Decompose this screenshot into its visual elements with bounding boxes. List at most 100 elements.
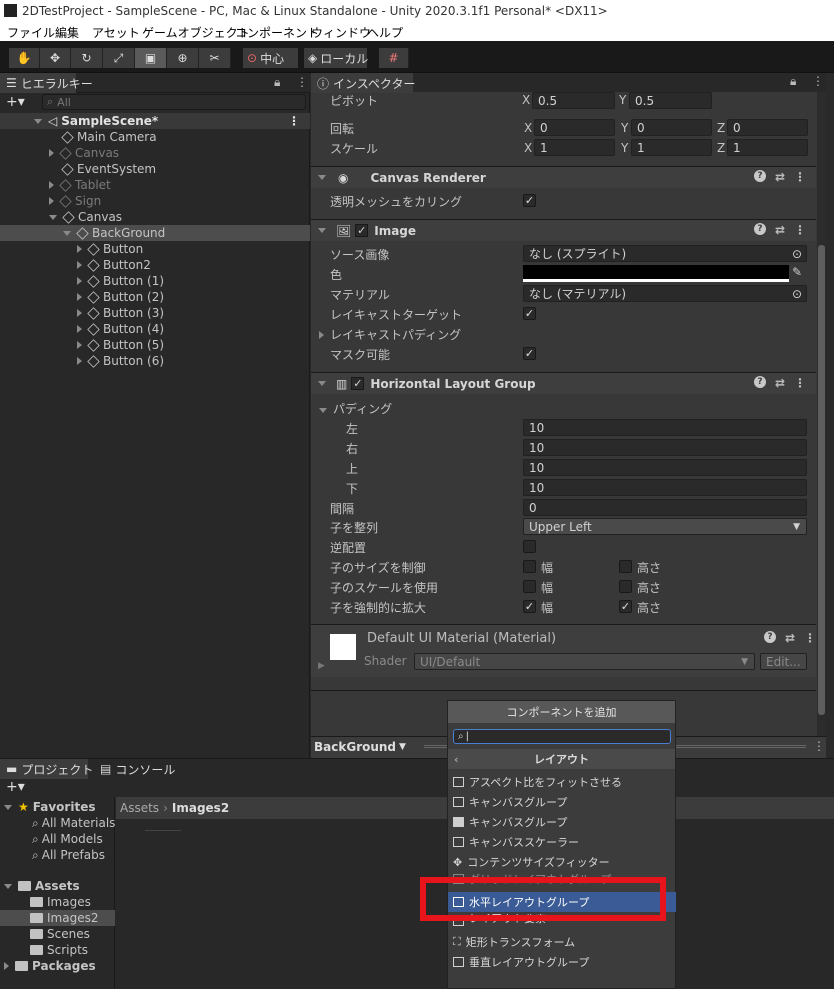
pivot-center-toggle[interactable]: ⊙ 中心 [243, 48, 298, 68]
inspector-menu-icon[interactable]: ⋮ [812, 74, 824, 88]
raycast-target-checkbox[interactable]: ✓ [523, 307, 536, 320]
rotation-z-field[interactable]: 0 [727, 119, 808, 136]
menu-gameobject[interactable]: ゲームオブジェクト [142, 24, 250, 41]
breadcrumb-assets[interactable]: Assets [120, 801, 159, 815]
help-icon[interactable]: ? [753, 223, 766, 235]
fav-all-prefabs[interactable]: ⌕ All Prefabs [32, 847, 105, 863]
help-icon[interactable]: ? [753, 376, 766, 388]
tab-console[interactable]: ▤ コンソール [94, 759, 175, 779]
hierarchy-item-main-camera[interactable]: Main Camera [0, 129, 310, 145]
material-foldout-arrow-icon[interactable]: ▶ [318, 661, 325, 671]
hierarchy-item-button-4[interactable]: Button (4) [0, 321, 310, 337]
rotation-x-field[interactable]: 0 [534, 119, 615, 136]
hierarchy-item-button-6[interactable]: Button (6) [0, 353, 310, 369]
canvas-renderer-header[interactable]: ◉ Canvas Renderer ? ⇄ ⋮ [311, 166, 816, 188]
hierarchy-item-canvas[interactable]: Canvas [0, 209, 310, 225]
eyedropper-icon[interactable]: ✎ [792, 265, 802, 279]
help-icon[interactable]: ? [753, 170, 766, 182]
menu-item-vertical-layout-group[interactable]: 垂直レイアウトグループ [448, 952, 676, 972]
component-menu-icon[interactable]: ⋮ [794, 376, 806, 390]
menu-window[interactable]: ウィンドウ [311, 24, 371, 41]
child-alignment-dropdown[interactable]: Upper Left ▼ [523, 518, 807, 535]
image-enabled-checkbox[interactable]: ✓ [355, 224, 369, 237]
padding-foldout[interactable]: パディング [319, 400, 392, 417]
add-component-button[interactable]: コンポーネントを追加 [448, 701, 675, 723]
maskable-checkbox[interactable]: ✓ [523, 347, 536, 360]
use-scale-width-checkbox[interactable] [523, 580, 536, 593]
hierarchy-item-background[interactable]: BackGround [0, 225, 310, 241]
hand-tool-icon[interactable]: ✋ [9, 48, 40, 68]
color-swatch[interactable] [523, 265, 789, 282]
menu-help[interactable]: ヘルプ [367, 24, 403, 41]
object-picker-icon[interactable]: ⊙ [792, 287, 802, 301]
shader-dropdown[interactable]: UI/Default ▼ [414, 653, 755, 670]
assets-row[interactable]: Assets [4, 878, 80, 894]
spacing-field[interactable]: 0 [523, 499, 807, 516]
hierarchy-item-button2[interactable]: Button2 [0, 257, 310, 273]
scale-tool-icon[interactable]: ⤢ [103, 48, 135, 68]
preset-icon[interactable]: ⇄ [775, 170, 785, 184]
source-image-field[interactable]: なし (スプライト) ⊙ [523, 245, 807, 262]
rotate-tool-icon[interactable]: ↻ [71, 48, 103, 68]
create-plus-icon[interactable]: +▾ [6, 94, 25, 110]
cull-transparent-checkbox[interactable]: ✓ [523, 194, 536, 207]
inspector-lock-icon[interactable]: 🔒︎ [790, 74, 796, 89]
fav-all-materials[interactable]: ⌕ All Materials [32, 815, 115, 831]
menu-assets[interactable]: アセット [92, 24, 140, 41]
force-expand-height-checkbox[interactable]: ✓ [619, 600, 632, 613]
pivot-x-field[interactable]: 0.5 [532, 92, 615, 109]
folder-images2[interactable]: Images2 [0, 910, 115, 926]
menu-item-canvas-group[interactable]: キャンバスグループ [448, 792, 676, 812]
footer-menu-icon[interactable]: ⋮ [813, 739, 825, 753]
menu-item-content-size-fitter[interactable]: ✥ コンテンツサイズフィッター [448, 852, 676, 872]
back-arrow-icon[interactable]: ‹ [454, 753, 459, 766]
preset-icon[interactable]: ⇄ [775, 376, 785, 390]
padding-top-field[interactable]: 10 [523, 459, 807, 476]
tab-hierarchy[interactable]: ☰ ヒエラルキー [0, 73, 93, 93]
grid-snap-icon[interactable]: # [379, 48, 409, 68]
favorites-row[interactable]: ★ Favorites [4, 799, 95, 815]
packages-row[interactable]: Packages [4, 958, 96, 974]
hierarchy-item-button-5[interactable]: Button (5) [0, 337, 310, 353]
pivot-y-field[interactable]: 0.5 [629, 92, 712, 109]
pivot-local-toggle[interactable]: ◈ ローカル [304, 48, 368, 68]
folder-scripts[interactable]: Scripts [30, 942, 88, 958]
help-icon[interactable]: ? [763, 631, 776, 643]
rect-tool-icon[interactable]: ▣ [135, 48, 167, 68]
image-header[interactable]: 🖼︎ ✓ Image ? ⇄ ⋮ [311, 219, 816, 241]
component-search-input[interactable]: ⌕ | [453, 729, 671, 744]
folder-scenes[interactable]: Scenes [30, 926, 90, 942]
material-field[interactable]: なし (マテリアル) ⊙ [523, 285, 807, 302]
preset-icon[interactable]: ⇄ [785, 631, 795, 645]
scale-x-field[interactable]: 1 [534, 139, 615, 156]
horizontal-layout-group-header[interactable]: ▥ ✓ Horizontal Layout Group ? ⇄ ⋮ [311, 372, 816, 394]
reverse-arrangement-checkbox[interactable] [523, 540, 536, 553]
scale-y-field[interactable]: 1 [631, 139, 712, 156]
scene-row[interactable]: ◁ SampleScene* ⋮ [0, 113, 310, 129]
rotation-y-field[interactable]: 0 [631, 119, 712, 136]
object-picker-icon[interactable]: ⊙ [792, 247, 802, 261]
menu-item-canvas-group-2[interactable]: キャンバスグループ [448, 812, 676, 832]
preset-icon[interactable]: ⇄ [775, 223, 785, 237]
use-scale-height-checkbox[interactable] [619, 580, 632, 593]
tab-inspector[interactable]: ⓘ インスペクター [311, 73, 415, 93]
menu-file[interactable]: ファイル [7, 24, 55, 41]
hierarchy-item-tablet[interactable]: Tablet [0, 177, 310, 193]
hierarchy-item-button-2[interactable]: Button (2) [0, 289, 310, 305]
tab-project[interactable]: ▬ プロジェクト [0, 759, 93, 779]
scale-z-field[interactable]: 1 [727, 139, 808, 156]
component-menu-icon[interactable]: ⋮ [804, 631, 816, 645]
inspector-scrollbar-thumb[interactable] [818, 245, 825, 715]
force-expand-width-checkbox[interactable]: ✓ [523, 600, 536, 613]
control-size-height-checkbox[interactable] [619, 560, 632, 573]
hierarchy-item-button[interactable]: Button [0, 241, 310, 257]
shader-edit-button[interactable]: Edit... [760, 653, 807, 670]
category-header[interactable]: ‹ レイアウト [448, 749, 675, 769]
breadcrumb-images2[interactable]: Images2 [172, 801, 229, 815]
menu-item-aspect-ratio-fitter[interactable]: アスペクト比をフィットさせる [448, 772, 676, 792]
padding-right-field[interactable]: 10 [523, 439, 807, 456]
hierarchy-search-input[interactable]: ⌕ All [42, 94, 306, 110]
lock-icon[interactable]: 🔒︎ [274, 75, 280, 90]
hierarchy-item-canvas-disabled[interactable]: Canvas [0, 145, 310, 161]
control-size-width-checkbox[interactable] [523, 560, 536, 573]
